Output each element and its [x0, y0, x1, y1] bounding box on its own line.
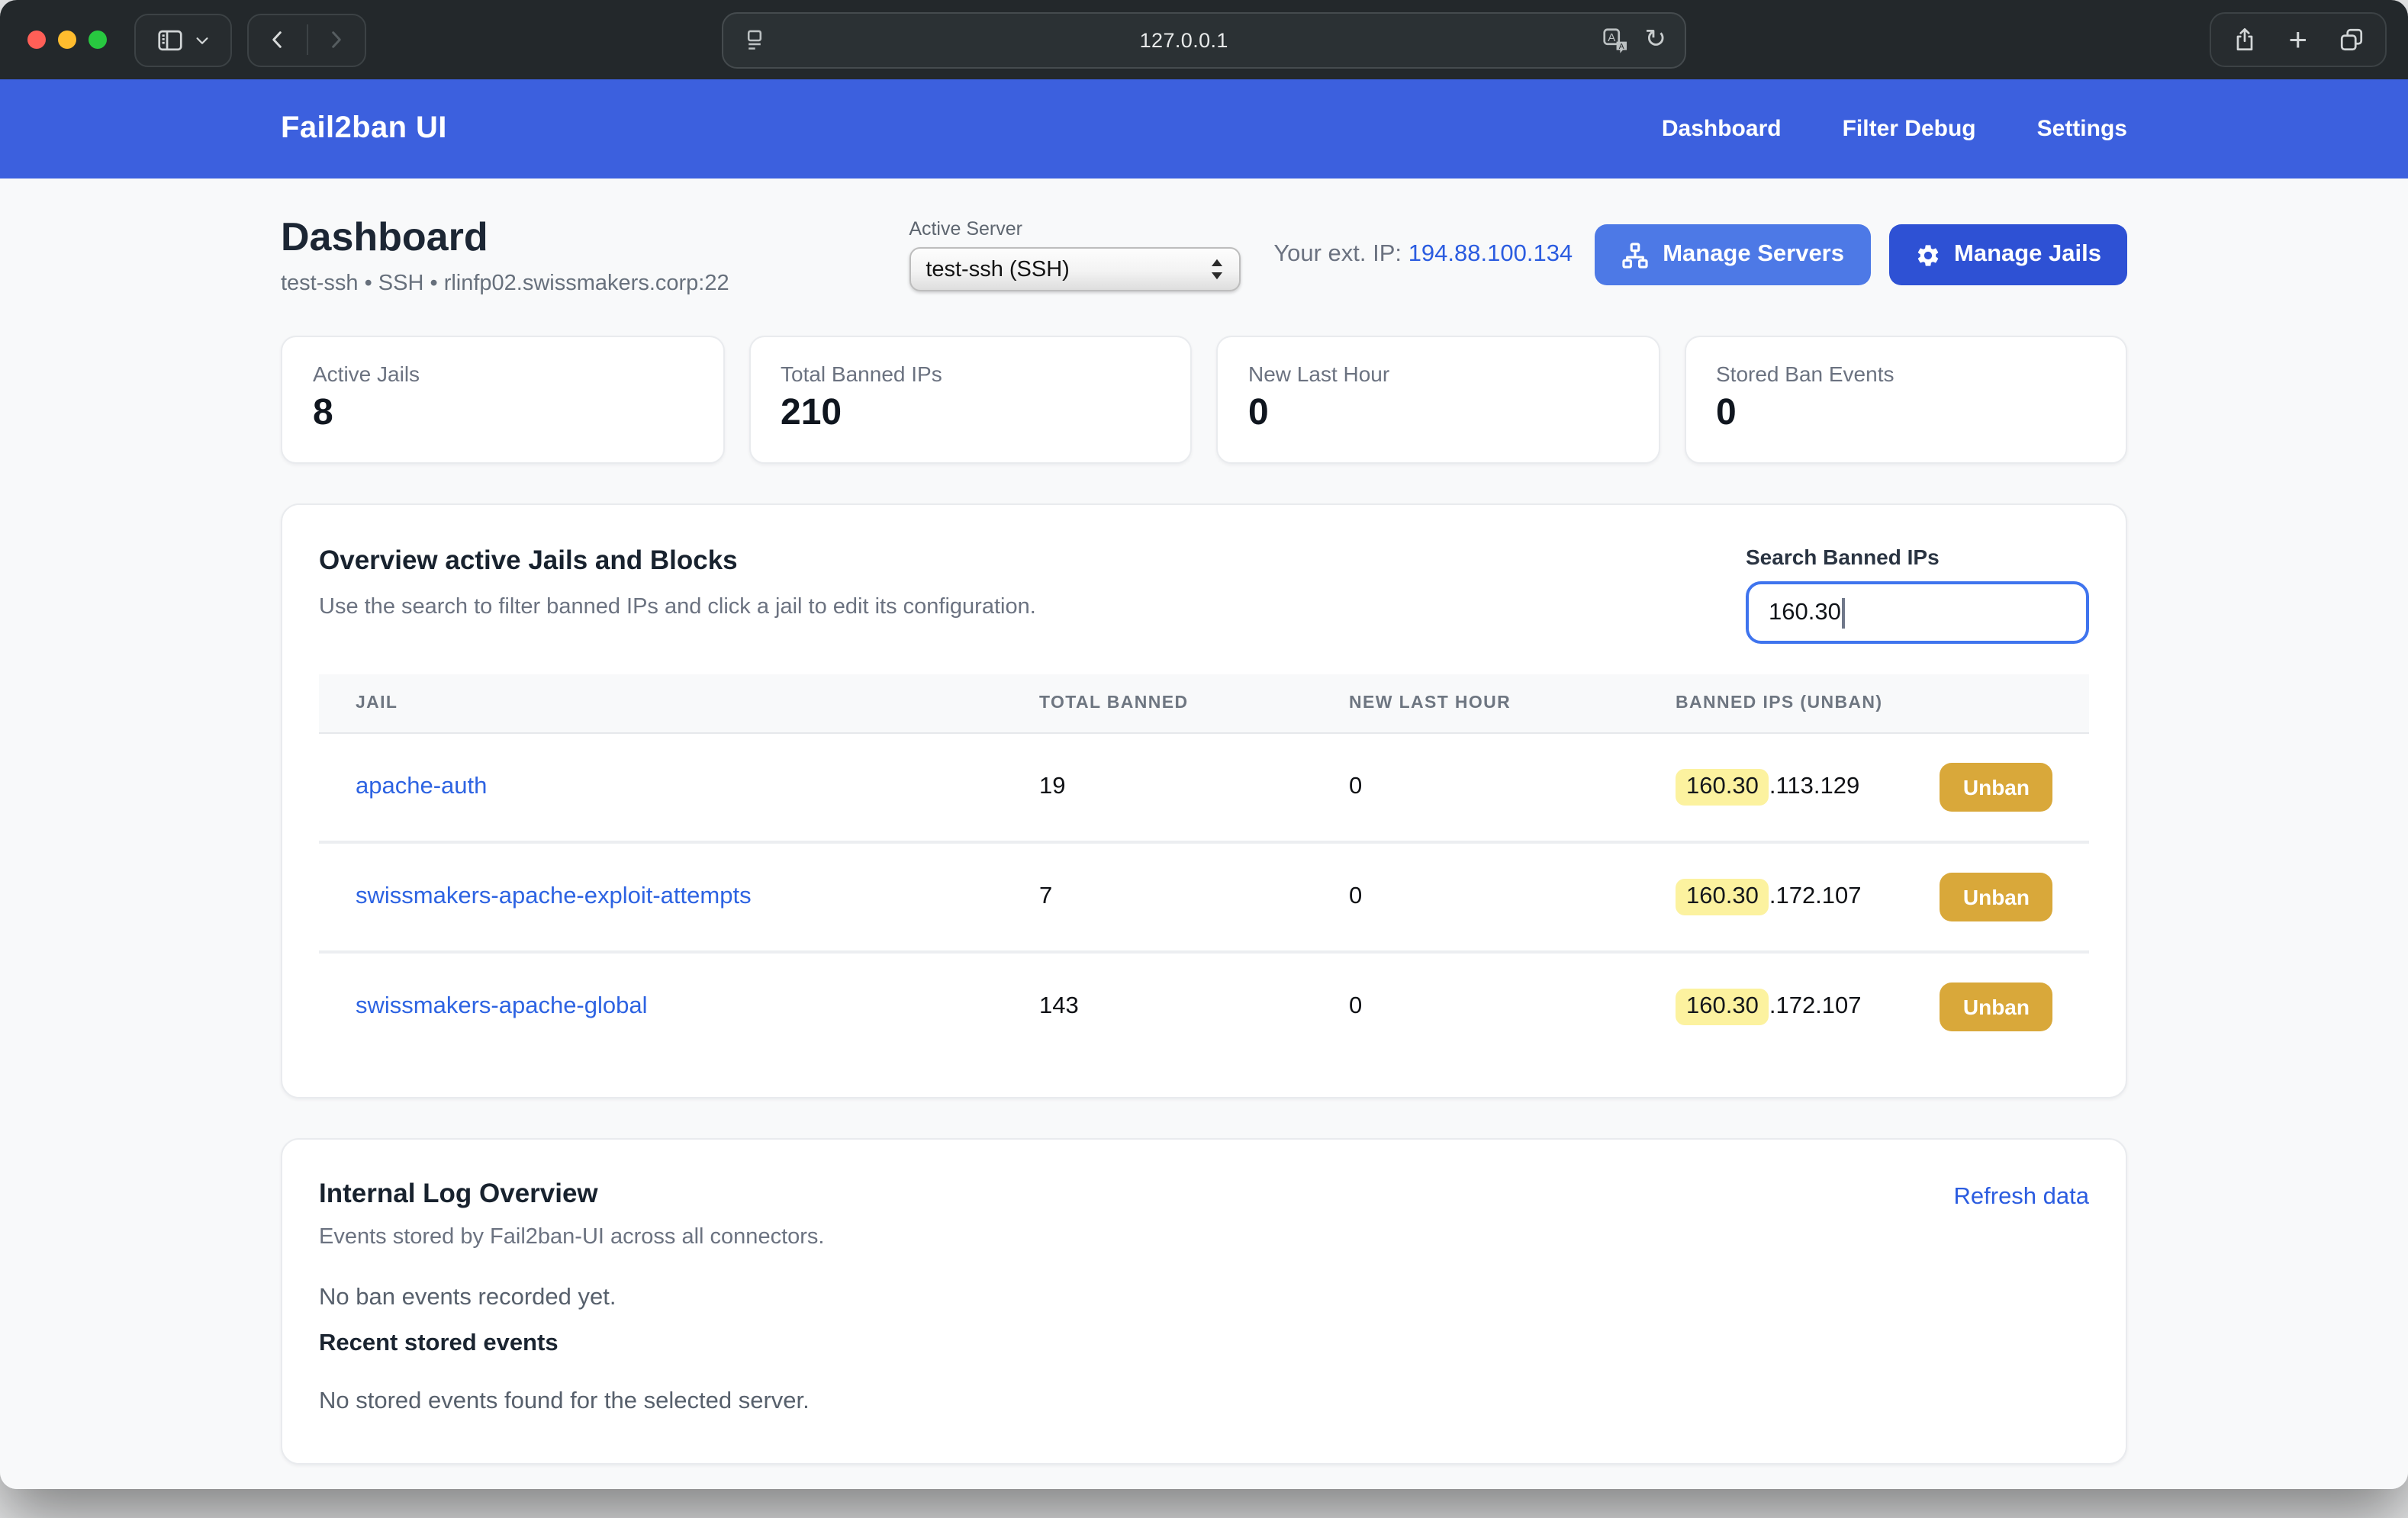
dashboard-header: Dashboard test-ssh • SSH • rlinfp02.swis… [281, 214, 2127, 296]
jails-overview-card: Overview active Jails and Blocks Use the… [281, 503, 2127, 1098]
history-nav [247, 13, 366, 66]
table-row: swissmakers-apache-exploit-attempts 7 0 … [319, 841, 2089, 950]
jail-link[interactable]: swissmakers-apache-exploit-attempts [356, 883, 752, 909]
internal-log-card: Internal Log Overview Refresh data Event… [281, 1138, 2127, 1465]
jails-table: JAIL TOTAL BANNED NEW LAST HOUR BANNED I… [319, 674, 2089, 1060]
reload-icon[interactable]: ↻ [1645, 27, 1667, 53]
forward-button[interactable] [307, 14, 365, 65]
new-tab-icon[interactable]: + [2288, 24, 2307, 56]
table-row: apache-auth 19 0 160.30 .113.129 Unban [319, 734, 2089, 841]
page-content: Dashboard test-ssh • SSH • rlinfp02.swis… [0, 178, 2408, 1489]
total-banned-value: 143 [1039, 993, 1349, 1021]
table-header: JAIL TOTAL BANNED NEW LAST HOUR BANNED I… [319, 674, 2089, 734]
overview-title: Overview active Jails and Blocks [319, 545, 1036, 577]
browser-window: 127.0.0.1 A A ↻ [0, 0, 2408, 1489]
main-nav: Dashboard Filter Debug Settings [1662, 116, 2127, 142]
no-stored-events-text: No stored events found for the selected … [319, 1388, 2089, 1416]
nav-link-dashboard[interactable]: Dashboard [1662, 116, 1782, 142]
banned-ip: 160.30 .172.107 [1676, 879, 1862, 915]
back-button[interactable] [249, 14, 306, 65]
sitemap-icon [1620, 240, 1649, 269]
gear-icon [1914, 242, 1940, 268]
total-banned-value: 19 [1039, 773, 1349, 801]
tab-overview-icon[interactable] [2338, 26, 2365, 53]
stat-card-stored-ban-events: Stored Ban Events 0 [1684, 336, 2127, 464]
stat-card-total-banned: Total Banned IPs 210 [748, 336, 1192, 464]
toolbar-right: + [2209, 12, 2387, 67]
refresh-data-link[interactable]: Refresh data [1954, 1184, 2090, 1211]
total-banned-value: 7 [1039, 883, 1349, 911]
ip-match-highlight: 160.30 [1676, 769, 1769, 806]
browser-chrome: 127.0.0.1 A A ↻ [0, 0, 2408, 79]
server-summary: test-ssh • SSH • rlinfp02.swissmakers.co… [281, 272, 729, 296]
new-last-hour-value: 0 [1349, 993, 1676, 1021]
stat-card-active-jails: Active Jails 8 [281, 336, 724, 464]
search-label: Search Banned IPs [1746, 545, 2089, 569]
active-server-label: Active Server [909, 218, 1240, 240]
active-server-select[interactable]: test-ssh (SSH) [909, 247, 1240, 291]
overview-subtitle: Use the search to filter banned IPs and … [319, 595, 1036, 619]
app-navbar: Fail2ban UI Dashboard Filter Debug Setti… [0, 79, 2408, 178]
select-arrows-icon [1209, 258, 1223, 281]
ip-match-highlight: 160.30 [1676, 879, 1769, 915]
jail-link[interactable]: apache-auth [356, 773, 487, 799]
share-icon[interactable] [2230, 26, 2258, 53]
jail-link[interactable]: swissmakers-apache-global [356, 993, 648, 1019]
unban-button[interactable]: Unban [1940, 763, 2052, 812]
external-ip: Your ext. IP: 194.88.100.134 [1273, 241, 1573, 269]
translate-icon[interactable]: A A [1601, 26, 1630, 55]
search-banned-ips-input[interactable]: 160.30 [1746, 581, 2089, 644]
banned-ip: 160.30 .172.107 [1676, 989, 1862, 1025]
manage-servers-button[interactable]: Manage Servers [1594, 224, 1870, 285]
external-ip-link[interactable]: 194.88.100.134 [1408, 241, 1573, 267]
minimize-window-button[interactable] [58, 31, 76, 49]
close-window-button[interactable] [27, 31, 46, 49]
text-caret [1843, 597, 1846, 628]
sidebar-icon [156, 25, 185, 54]
log-subtitle: Events stored by Fail2ban-UI across all … [319, 1225, 2089, 1249]
url-text: 127.0.0.1 [768, 29, 1601, 52]
maximize-window-button[interactable] [89, 31, 107, 49]
address-bar[interactable]: 127.0.0.1 A A ↻ [722, 12, 1686, 69]
nav-link-settings[interactable]: Settings [2037, 116, 2127, 142]
app-brand: Fail2ban UI [281, 111, 447, 146]
svg-text:A: A [1608, 31, 1615, 44]
page-title: Dashboard [281, 214, 729, 261]
chevron-down-icon [194, 31, 211, 48]
banned-ip: 160.30 .113.129 [1676, 769, 1859, 806]
no-ban-events-text: No ban events recorded yet. [319, 1285, 2089, 1312]
new-last-hour-value: 0 [1349, 883, 1676, 911]
log-title: Internal Log Overview [319, 1178, 598, 1210]
stats-row: Active Jails 8 Total Banned IPs 210 New … [281, 336, 2127, 464]
unban-button[interactable]: Unban [1940, 983, 2052, 1031]
recent-stored-events-title: Recent stored events [319, 1330, 2089, 1358]
table-row: swissmakers-apache-global 143 0 160.30 .… [319, 950, 2089, 1060]
nav-link-filter-debug[interactable]: Filter Debug [1843, 116, 1976, 142]
window-controls [27, 31, 107, 49]
svg-text:A: A [1618, 43, 1624, 51]
unban-button[interactable]: Unban [1940, 873, 2052, 921]
ip-match-highlight: 160.30 [1676, 989, 1769, 1025]
new-last-hour-value: 0 [1349, 773, 1676, 801]
sidebar-toggle-button[interactable] [134, 13, 232, 66]
manage-jails-button[interactable]: Manage Jails [1888, 224, 2127, 285]
stat-card-new-last-hour: New Last Hour 0 [1216, 336, 1660, 464]
page-format-icon[interactable] [742, 27, 768, 53]
